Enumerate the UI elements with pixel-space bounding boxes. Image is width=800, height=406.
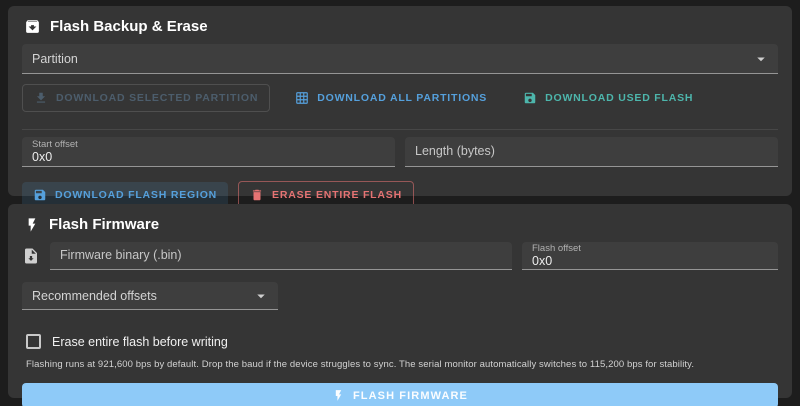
download-used-flash-button[interactable]: DOWNLOAD USED FLASH (512, 85, 704, 111)
partition-select-label: Partition (32, 51, 78, 66)
bolt-icon (24, 217, 40, 233)
baud-help-text: Flashing runs at 921,600 bps by default.… (26, 359, 695, 370)
recommended-offsets-label: Recommended offsets (32, 288, 157, 303)
grid-icon (295, 91, 309, 105)
download-all-partitions-label: DOWNLOAD ALL PARTITIONS (317, 92, 488, 104)
recommended-offsets-select[interactable]: Recommended offsets (22, 282, 278, 310)
firmware-file-row: Flash offset (22, 242, 778, 270)
erase-before-write-row[interactable]: Erase entire flash before writing (26, 334, 778, 349)
firmware-binary-input[interactable] (60, 248, 502, 263)
download-icon (34, 91, 48, 105)
archive-icon (24, 18, 41, 35)
length-input[interactable] (415, 144, 768, 159)
delete-icon (250, 188, 264, 202)
file-icon[interactable] (22, 247, 40, 265)
download-flash-region-label: DOWNLOAD FLASH REGION (55, 189, 218, 201)
start-offset-field[interactable]: Start offset (22, 137, 395, 167)
chevron-down-icon (752, 50, 770, 68)
save-icon (523, 91, 537, 105)
firmware-binary-field[interactable] (50, 242, 512, 270)
flash-firmware-card: Flash Firmware Flash offset Recommended … (8, 204, 792, 406)
download-used-flash-label: DOWNLOAD USED FLASH (545, 92, 694, 104)
flash-offset-field[interactable]: Flash offset (522, 242, 778, 270)
save-icon (33, 188, 47, 202)
erase-before-write-checkbox[interactable] (26, 334, 41, 349)
erase-entire-flash-label: ERASE ENTIRE FLASH (272, 189, 402, 201)
flash-firmware-header: Flash Firmware (22, 212, 778, 242)
flash-firmware-title: Flash Firmware (49, 216, 160, 233)
start-offset-label: Start offset (32, 139, 78, 150)
backup-buttons-row: DOWNLOAD SELECTED PARTITION DOWNLOAD ALL… (22, 84, 778, 112)
download-selected-partition-label: DOWNLOAD SELECTED PARTITION (56, 92, 259, 104)
download-all-partitions-button[interactable]: DOWNLOAD ALL PARTITIONS (284, 85, 498, 111)
chevron-down-icon (252, 287, 270, 305)
flash-backup-title: Flash Backup & Erase (50, 18, 208, 35)
backup-divider (22, 129, 778, 130)
flash-backup-header: Flash Backup & Erase (22, 14, 778, 44)
length-field[interactable] (405, 137, 778, 167)
start-offset-input[interactable] (32, 150, 385, 165)
flash-firmware-button-label: FLASH FIRMWARE (352, 389, 468, 402)
bolt-icon (332, 389, 345, 402)
offset-fields-row: Start offset (22, 137, 778, 167)
erase-before-write-label: Erase entire flash before writing (52, 334, 228, 349)
flash-offset-input[interactable] (532, 253, 768, 269)
partition-select[interactable]: Partition (22, 44, 778, 74)
flash-offset-label: Flash offset (532, 242, 581, 254)
download-selected-partition-button[interactable]: DOWNLOAD SELECTED PARTITION (22, 84, 271, 112)
flash-backup-card: Flash Backup & Erase Partition DOWNLOAD … (8, 6, 792, 209)
flash-firmware-button[interactable]: FLASH FIRMWARE (22, 383, 778, 406)
